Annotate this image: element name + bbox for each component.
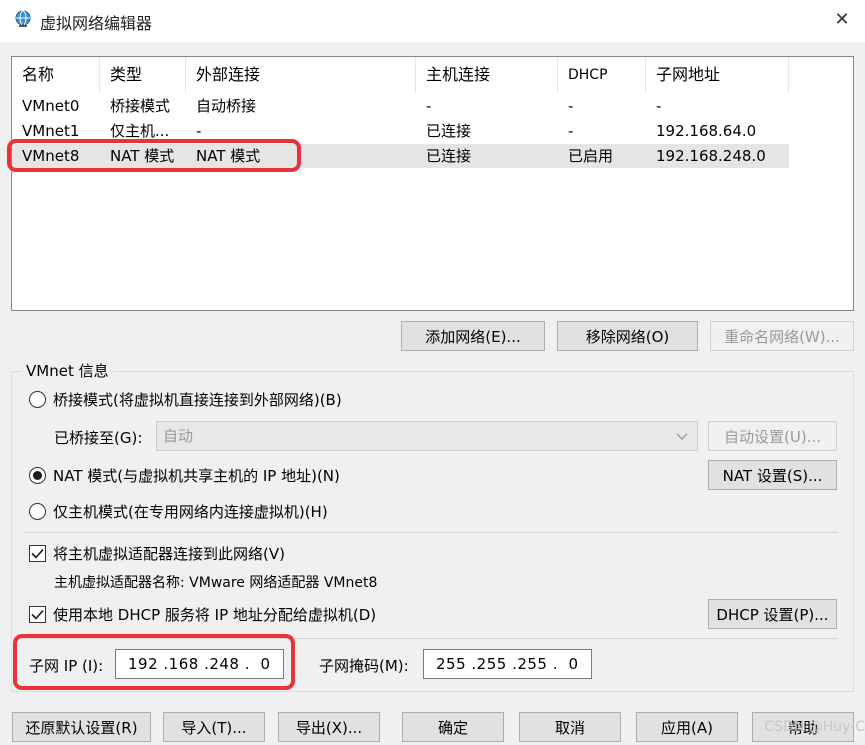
vmnet-info-legend: VMnet 信息	[22, 360, 113, 381]
column-header-subnet[interactable]: 子网地址	[646, 57, 789, 93]
connect-adapter-label[interactable]: 将主机虚拟适配器连接到此网络(V)	[53, 543, 285, 564]
nat-settings-button[interactable]: NAT 设置(S)...	[708, 460, 837, 490]
subnet-ip-highlight	[13, 634, 295, 690]
bridge-mode-label[interactable]: 桥接模式(将虚拟机直接连接到外部网络)(B)	[53, 389, 342, 410]
chevron-down-icon	[676, 433, 688, 440]
cell-subnet: 192.168.64.0	[656, 122, 757, 140]
column-header-host[interactable]: 主机连接	[416, 57, 558, 93]
title-bar: 虚拟网络编辑器 ✕	[0, 0, 865, 42]
restore-defaults-button[interactable]: 还原默认设置(R)	[12, 712, 151, 742]
checkmark-icon	[31, 609, 44, 620]
table-row[interactable]: VMnet0 桥接模式 自动桥接 - - -	[12, 94, 789, 118]
cell-external: 自动桥接	[196, 97, 257, 115]
cell-dhcp: 已启用	[568, 147, 614, 165]
checkmark-icon	[31, 548, 44, 559]
cell-host: 已连接	[426, 122, 472, 140]
bridged-to-select[interactable]: 自动	[156, 421, 698, 451]
bridged-to-value: 自动	[163, 427, 194, 445]
apply-button[interactable]: 应用(A)	[636, 712, 738, 742]
connect-adapter-checkbox[interactable]	[29, 545, 46, 562]
column-header-name[interactable]: 名称	[12, 57, 100, 93]
divider	[24, 532, 838, 533]
cell-dhcp: -	[568, 97, 574, 115]
import-button[interactable]: 导入(T)...	[163, 712, 265, 742]
host-only-label[interactable]: 仅主机模式(在专用网络内连接虚拟机)(H)	[53, 501, 328, 522]
nat-mode-radio[interactable]	[29, 467, 46, 484]
cell-dhcp: -	[568, 122, 574, 140]
rename-network-button[interactable]: 重命名网络(W)...	[710, 321, 854, 351]
window-title: 虚拟网络编辑器	[40, 14, 153, 33]
close-button[interactable]: ✕	[819, 0, 865, 38]
network-table[interactable]: 名称 类型 外部连接 主机连接 DHCP 子网地址 VMnet0 桥接模式 自动…	[11, 56, 854, 311]
adapter-name-text: 主机虚拟适配器名称: VMware 网络适配器 VMnet8	[54, 575, 378, 591]
add-network-button[interactable]: 添加网络(E)...	[401, 321, 545, 351]
column-header-external[interactable]: 外部连接	[186, 57, 416, 93]
bridge-mode-radio[interactable]	[29, 391, 46, 408]
close-icon: ✕	[834, 8, 850, 30]
subnet-mask-input[interactable]: 255 .255 .255 . 0	[423, 649, 592, 679]
radio-selected-dot	[33, 471, 42, 480]
cancel-button[interactable]: 取消	[519, 712, 621, 742]
cell-subnet: -	[656, 97, 662, 115]
host-only-radio[interactable]	[29, 503, 46, 520]
column-header-dhcp[interactable]: DHCP	[558, 57, 646, 93]
cell-name: VMnet0	[22, 97, 80, 115]
nat-mode-label[interactable]: NAT 模式(与虚拟机共享主机的 IP 地址)(N)	[53, 465, 340, 486]
globe-network-icon	[15, 10, 31, 27]
bridged-to-label: 已桥接至(G):	[54, 429, 143, 447]
table-header: 名称 类型 外部连接 主机连接 DHCP 子网地址	[12, 57, 853, 93]
cell-subnet: 192.168.248.0	[656, 147, 766, 165]
auto-settings-button[interactable]: 自动设置(U)...	[708, 421, 837, 451]
vmnet8-row-highlight	[7, 139, 301, 172]
dhcp-settings-button[interactable]: DHCP 设置(P)...	[708, 599, 837, 629]
cell-host: -	[426, 97, 432, 115]
cell-type: 桥接模式	[110, 97, 171, 115]
column-header-type[interactable]: 类型	[100, 57, 186, 93]
use-dhcp-checkbox[interactable]	[29, 606, 46, 623]
export-button[interactable]: 导出(X)...	[278, 712, 380, 742]
watermark-text: CSDN @Huy-C	[764, 719, 865, 735]
ok-button[interactable]: 确定	[402, 712, 504, 742]
remove-network-button[interactable]: 移除网络(O)	[557, 321, 698, 351]
cell-host: 已连接	[426, 147, 472, 165]
subnet-mask-label: 子网掩码(M):	[319, 657, 409, 675]
use-dhcp-label[interactable]: 使用本地 DHCP 服务将 IP 地址分配给虚拟机(D)	[53, 604, 376, 625]
